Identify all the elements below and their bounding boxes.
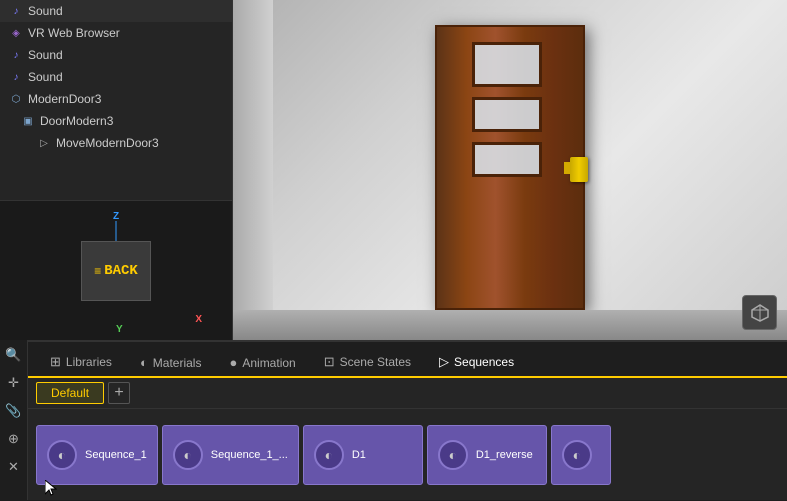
tree-item-door2[interactable]: ▣ DoorModern3 [0,110,232,132]
tree-item-label: DoorModern3 [40,114,113,128]
scene-tree: ♪ Sound ◈ VR Web Browser ♪ Sound ♪ Sound… [0,0,232,200]
seq-card-label-4: D1_reverse [476,449,533,461]
door-window-3 [472,142,542,177]
door-handle [570,157,588,182]
door-icon: ▣ [20,113,36,129]
tab-scene-states[interactable]: ⊡ Scene States [310,348,425,378]
sequences-cards-row: ◐ Sequence_1 ◐ Sequence_1_... ◐ D1 ◐ D1_… [28,409,787,500]
libraries-icon: ⊞ [50,354,61,370]
tree-item-door1[interactable]: ⬡ ModernDoor3 [0,88,232,110]
subtab-default[interactable]: Default [36,382,104,404]
seq-card-2[interactable]: ◐ Sequence_1_... [162,425,299,485]
seq-card-icon-5: ◐ [562,440,592,470]
seq-card-icon-3: ◐ [314,440,344,470]
tab-label: Materials [153,356,202,370]
tree-item-vr[interactable]: ◈ VR Web Browser [0,22,232,44]
tree-item-label: ModernDoor3 [28,92,101,106]
tree-item-label: VR Web Browser [28,26,120,40]
sequences-icon: ▷ [439,354,449,370]
mini-viewport: Z ≡ BACK X Y [0,201,232,340]
seq-card-3[interactable]: ◐ D1 [303,425,423,485]
tree-item-sound1[interactable]: ♪ Sound [0,0,232,22]
back-label: BACK [104,263,138,279]
door-window-1 [472,42,542,87]
subtab-label: Default [51,386,89,400]
bottom-tabs-panel: ⊞ Libraries ◐ Materials ● Animation ⊡ Sc… [28,340,787,500]
mesh-icon: ⬡ [8,91,24,107]
tab-animation[interactable]: ● Animation [215,349,309,378]
seq-card-5[interactable]: ◐ [551,425,611,485]
seq-card-4[interactable]: ◐ D1_reverse [427,425,547,485]
scene-states-icon: ⊡ [324,354,335,370]
tab-materials[interactable]: ◐ Materials [126,349,216,378]
add-sequence-button[interactable]: + [108,382,130,404]
door-mesh [435,25,585,310]
bottom-section: 🔍 ✛ 📎 ⊕ ✕ ⊞ Libraries ◐ Materials ● Anim… [0,340,787,500]
3d-viewport[interactable] [233,0,787,340]
wall-left [233,0,273,340]
tab-label: Scene States [340,355,411,369]
tab-label: Sequences [454,355,514,369]
axis-y-label: Y [116,324,123,335]
back-icon: ≡ [94,264,101,278]
sound-icon: ♪ [8,69,24,85]
seq-card-label-1: Sequence_1 [85,449,147,461]
door-handle-shaft [564,162,570,174]
cube-icon [750,303,770,323]
tab-libraries[interactable]: ⊞ Libraries [36,348,126,378]
link-icon-btn[interactable]: ⊕ [3,428,25,450]
door-window-2 [472,97,542,132]
animation-icon: ● [229,355,237,370]
seq-card-icon-4: ◐ [438,440,468,470]
tab-label: Animation [242,356,295,370]
tree-item-label: Sound [28,48,63,62]
seq-card-label-3: D1 [352,449,366,461]
close-icon-btn[interactable]: ✕ [3,456,25,478]
seq-card-icon-2: ◐ [173,440,203,470]
tab-label: Libraries [66,355,112,369]
sound-icon: ♪ [8,3,24,19]
transform-icon-btn[interactable]: ✛ [3,372,25,394]
tree-item-label: Sound [28,4,63,18]
seq-card-1[interactable]: ◐ Sequence_1 [36,425,158,485]
door-wrapper [415,25,605,315]
viewport-cube-button[interactable] [742,295,777,330]
tree-item-label: MoveModernDoor3 [56,136,159,150]
sound-icon: ♪ [8,47,24,63]
materials-icon: ◐ [140,355,148,370]
mini-viewport-container: Z ≡ BACK X Y [0,200,232,340]
tree-item-sound3[interactable]: ♪ Sound [0,66,232,88]
seq-card-label-2: Sequence_1_... [211,449,288,461]
seq-card-icon-1: ◐ [47,440,77,470]
tree-item-sound2[interactable]: ♪ Sound [0,44,232,66]
bottom-sidebar-icons: 🔍 ✛ 📎 ⊕ ✕ [0,340,28,500]
tab-content-sequences: Default + ◐ Sequence_1 ◐ Sequence_1_... … [28,378,787,500]
tab-sequences[interactable]: ▷ Sequences [425,348,528,378]
door-scene [233,0,787,340]
main-area: ♪ Sound ◈ VR Web Browser ♪ Sound ♪ Sound… [0,0,787,340]
tree-item-move1[interactable]: ▷ MoveModernDoor3 [0,132,232,154]
back-box: ≡ BACK [81,241,151,301]
vr-icon: ◈ [8,25,24,41]
search-icon-btn[interactable]: 🔍 [3,344,25,366]
floor [233,310,787,340]
sub-tab-row: Default + [28,378,787,409]
left-panel: ♪ Sound ◈ VR Web Browser ♪ Sound ♪ Sound… [0,0,233,340]
move-icon: ▷ [36,135,52,151]
axis-x-label: X [195,314,202,325]
tab-bar: ⊞ Libraries ◐ Materials ● Animation ⊡ Sc… [28,342,787,378]
tree-item-label: Sound [28,70,63,84]
pin-icon-btn[interactable]: 📎 [3,400,25,422]
